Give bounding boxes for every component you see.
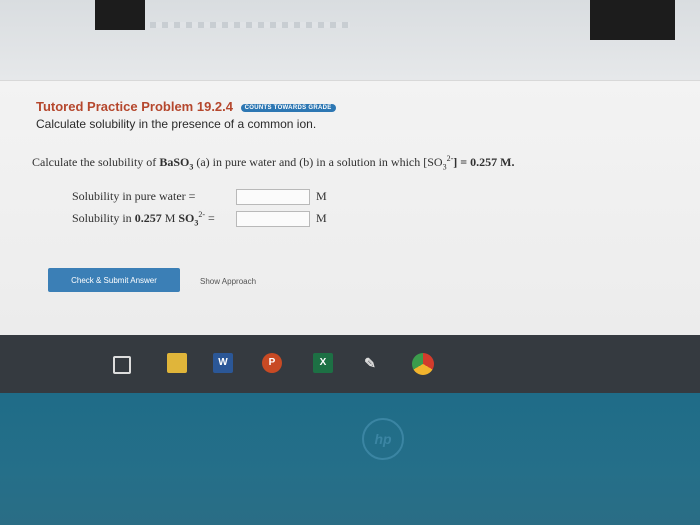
dark-panel-left bbox=[95, 0, 145, 30]
label-concentration: 0.257 bbox=[134, 211, 162, 225]
excel-icon[interactable]: X bbox=[313, 353, 333, 373]
label-subscript: 3 bbox=[194, 218, 199, 228]
check-submit-button[interactable]: Check & Submit Answer bbox=[48, 268, 180, 292]
label-ion: SO bbox=[178, 211, 195, 225]
chrome-icon[interactable] bbox=[412, 353, 434, 375]
laptop-bezel bbox=[0, 393, 700, 525]
task-view-icon[interactable] bbox=[113, 356, 131, 374]
common-ion-label: Solubility in 0.257 M SO32- = bbox=[72, 210, 215, 227]
background-top bbox=[0, 0, 700, 80]
question-part: (a) in pure water and (b) in a solution … bbox=[193, 155, 443, 169]
blurred-strip bbox=[150, 22, 350, 28]
word-icon[interactable]: W bbox=[213, 353, 233, 373]
question-text: Calculate the solubility of BaSO 3 (a) in… bbox=[32, 154, 514, 171]
label-part: Solubility in bbox=[72, 211, 135, 225]
grade-badge: COUNTS TOWARDS GRADE bbox=[240, 103, 336, 112]
label-part: = bbox=[205, 211, 215, 225]
label-part: M bbox=[161, 211, 179, 225]
powerpoint-icon[interactable]: P bbox=[262, 353, 282, 373]
taskbar: W P X ✎ bbox=[0, 335, 700, 393]
dark-panel-right bbox=[590, 0, 675, 40]
pure-water-input[interactable] bbox=[236, 189, 310, 205]
question-part: Calculate the solubility of bbox=[32, 155, 160, 169]
common-ion-input[interactable] bbox=[236, 211, 310, 227]
common-ion-unit: M bbox=[316, 211, 327, 225]
pure-water-unit: M bbox=[316, 189, 327, 203]
ion-subscript: 3 bbox=[442, 162, 447, 172]
question-concentration: ] = 0.257 M. bbox=[453, 155, 515, 169]
file-explorer-icon[interactable] bbox=[167, 353, 187, 373]
problem-title-text: Tutored Practice Problem 19.2.4 bbox=[36, 99, 233, 114]
pen-icon[interactable]: ✎ bbox=[360, 353, 380, 373]
problem-title: Tutored Practice Problem 19.2.4 COUNTS T… bbox=[36, 99, 336, 114]
problem-page: Tutored Practice Problem 19.2.4 COUNTS T… bbox=[0, 80, 700, 336]
hp-logo: hp bbox=[362, 418, 404, 460]
pure-water-label: Solubility in pure water = bbox=[72, 189, 196, 203]
problem-subtitle: Calculate solubility in the presence of … bbox=[36, 117, 317, 131]
show-approach-link[interactable]: Show Approach bbox=[200, 277, 256, 286]
compound-formula: BaSO bbox=[159, 155, 190, 169]
